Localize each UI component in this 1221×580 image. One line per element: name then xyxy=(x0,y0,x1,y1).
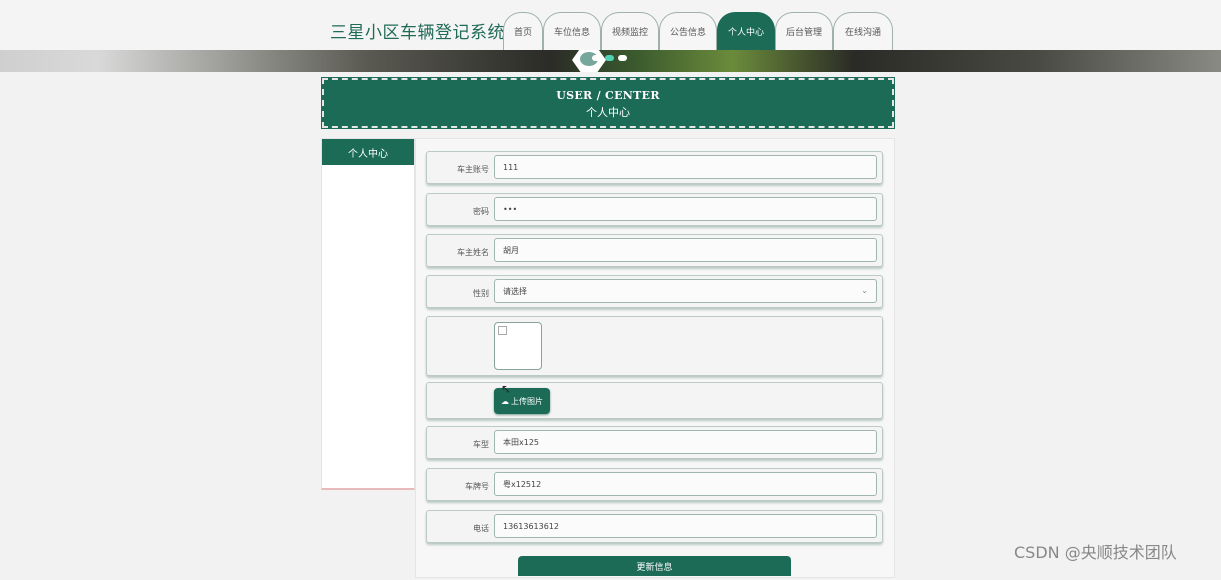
car-model-input[interactable]: 本田x125 xyxy=(494,430,877,454)
carousel-dot-1[interactable] xyxy=(592,55,601,61)
gender-select[interactable]: 请选择 ⌄ xyxy=(494,279,877,303)
banner-carousel xyxy=(0,50,1221,72)
field-label: 密码 xyxy=(473,207,489,216)
field-label: 车牌号 xyxy=(465,482,489,491)
upload-image-label: 上传图片 xyxy=(511,396,543,406)
gender-select-value: 请选择 xyxy=(503,286,527,296)
watermark: CSDN @央顺技术团队 xyxy=(1014,543,1177,562)
page-heading-zh: 个人中心 xyxy=(586,106,630,119)
carousel-dot-3[interactable] xyxy=(618,55,627,61)
plate-number-input[interactable]: 粤x12512 xyxy=(494,472,877,496)
field-label: 电话 xyxy=(473,524,489,533)
form-row-gender: 性别 请选择 ⌄ xyxy=(426,275,883,308)
nav-tab-user-center[interactable]: 个人中心 xyxy=(717,12,775,50)
form-row-account: 车主账号 111 xyxy=(426,151,883,184)
page-heading-en: USER / CENTER xyxy=(556,89,660,102)
form-row-plate-number: 车牌号 粤x12512 xyxy=(426,468,883,501)
form-row-owner-name: 车主姓名 胡月 xyxy=(426,234,883,267)
site-title[interactable]: 三星小区车辆登记系统 xyxy=(330,18,505,43)
cloud-upload-icon: ☁ xyxy=(501,396,509,406)
account-input[interactable]: 111 xyxy=(494,155,877,179)
page-heading: USER / CENTER 个人中心 xyxy=(321,77,895,129)
form-row-phone: 电话 13613613612 xyxy=(426,510,883,543)
nav-tab-online-chat[interactable]: 在线沟通 xyxy=(833,12,893,50)
nav-tab-admin[interactable]: 后台管理 xyxy=(775,12,833,50)
update-info-button[interactable]: 更新信息 xyxy=(518,556,791,576)
sidebar-item-user-center[interactable]: 个人中心 xyxy=(322,139,414,165)
owner-name-input[interactable]: 胡月 xyxy=(494,238,877,262)
carousel-dot-2[interactable] xyxy=(605,55,614,61)
password-input[interactable]: ••• xyxy=(494,197,877,221)
field-label: 车主姓名 xyxy=(457,248,489,257)
broken-image-icon xyxy=(498,326,507,335)
logo-icon xyxy=(572,50,606,72)
mouse-pointer-icon: ↖ xyxy=(501,382,512,396)
nav-tab-home[interactable]: 首页 xyxy=(503,12,543,50)
form-row-upload: ☁ 上传图片 xyxy=(426,382,883,419)
sidebar: 个人中心 xyxy=(321,138,415,490)
form-row-password: 密码 ••• xyxy=(426,193,883,226)
nav-tab-video-monitor[interactable]: 视频监控 xyxy=(601,12,659,50)
field-label: 车型 xyxy=(473,440,489,449)
form-row-car-model: 车型 本田x125 xyxy=(426,426,883,459)
phone-input[interactable]: 13613613612 xyxy=(494,514,877,538)
avatar-image-preview xyxy=(494,322,542,370)
top-bar: 三星小区车辆登记系统 首页 车位信息 视频监控 公告信息 个人中心 后台管理 在… xyxy=(0,0,1221,50)
form-row-image xyxy=(426,316,883,376)
nav-tab-parking-info[interactable]: 车位信息 xyxy=(543,12,601,50)
chevron-down-icon: ⌄ xyxy=(861,286,868,295)
field-label: 车主账号 xyxy=(457,165,489,174)
nav-tab-announcements[interactable]: 公告信息 xyxy=(659,12,717,50)
field-label: 性别 xyxy=(473,289,489,298)
